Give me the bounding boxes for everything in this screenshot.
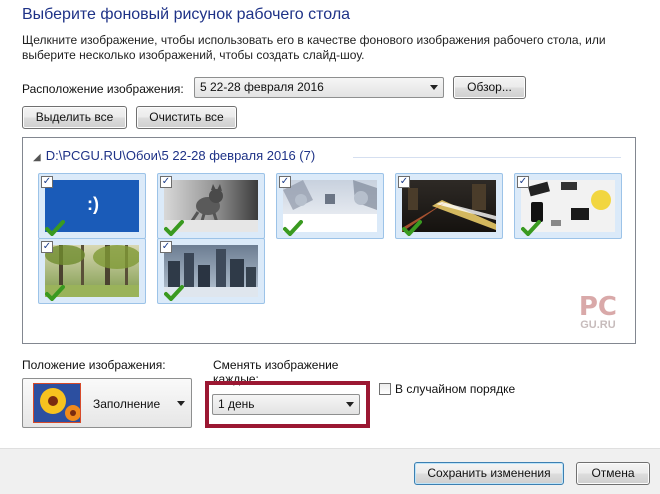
wallpaper-gallery[interactable]: ◢ D:\PCGU.RU\Обои\5 22-28 февраля 2016 (7… <box>22 137 636 344</box>
position-preview-icon <box>33 383 81 423</box>
wallpaper-thumbnail[interactable]: ✓ <box>157 173 265 239</box>
check-mark-icon <box>45 285 65 301</box>
picture-position-label: Положение изображения: <box>22 358 166 372</box>
check-mark-icon <box>402 220 422 236</box>
cancel-button[interactable]: Отмена <box>576 462 650 485</box>
picture-location-value: 5 22-28 февраля 2016 <box>200 80 324 94</box>
picture-position-select[interactable]: Заполнение <box>22 378 192 428</box>
chevron-down-icon <box>346 402 354 407</box>
wallpaper-thumbnail[interactable]: ✓ <box>38 238 146 304</box>
thumbnail-checkbox[interactable]: ✓ <box>41 241 53 253</box>
wallpaper-thumbnail[interactable]: ✓ <box>395 173 503 239</box>
thumbnail-checkbox[interactable]: ✓ <box>279 176 291 188</box>
picture-location-select[interactable]: 5 22-28 февраля 2016 <box>194 77 444 98</box>
divider <box>353 157 621 158</box>
collapse-chevron-icon: ◢ <box>33 152 41 163</box>
watermark-bottom-text: GU.RU <box>580 319 616 331</box>
picture-location-label: Расположение изображения: <box>22 82 184 96</box>
chevron-down-icon <box>177 401 185 406</box>
change-interval-value: 1 день <box>218 397 255 411</box>
change-interval-select[interactable]: 1 день <box>212 394 360 415</box>
wallpaper-thumbnail[interactable]: ✓ <box>514 173 622 239</box>
wallpaper-thumbnail[interactable]: ✓ <box>157 238 265 304</box>
thumbnail-checkbox[interactable]: ✓ <box>41 176 53 188</box>
clear-all-button[interactable]: Очистить все <box>136 106 237 129</box>
check-mark-icon <box>283 220 303 236</box>
sad-face-text: :) <box>87 194 99 214</box>
picture-position-value: Заполнение <box>93 397 161 411</box>
wallpaper-thumbnail[interactable]: ✓ <box>276 173 384 239</box>
check-mark-icon <box>521 220 541 236</box>
shuffle-checkbox[interactable] <box>379 383 391 395</box>
thumbnail-checkbox[interactable]: ✓ <box>517 176 529 188</box>
save-changes-button[interactable]: Сохранить изменения <box>414 462 564 485</box>
thumbnail-checkbox[interactable]: ✓ <box>160 241 172 253</box>
check-mark-icon <box>45 220 65 236</box>
browse-button[interactable]: Обзор... <box>453 76 526 99</box>
thumbnail-checkbox[interactable]: ✓ <box>398 176 410 188</box>
watermark-top-text: PC <box>578 292 617 322</box>
wallpaper-thumbnail[interactable]: :) ✓ <box>38 173 146 239</box>
shuffle-label: В случайном порядке <box>395 382 516 396</box>
page-description: Щелкните изображение, чтобы использовать… <box>22 33 606 62</box>
check-mark-icon <box>164 220 184 236</box>
check-mark-icon <box>164 285 184 301</box>
folder-group-header[interactable]: ◢ D:\PCGU.RU\Обои\5 22-28 февраля 2016 (7… <box>33 148 315 163</box>
chevron-down-icon <box>430 85 438 90</box>
pcgu-watermark-logo: PC GU.RU <box>578 292 617 331</box>
page-title: Выберите фоновый рисунок рабочего стола <box>22 6 351 23</box>
folder-path: D:\PCGU.RU\Обои\5 22-28 февраля 2016 (7) <box>45 148 316 163</box>
thumbnail-checkbox[interactable]: ✓ <box>160 176 172 188</box>
select-all-button[interactable]: Выделить все <box>22 106 127 129</box>
